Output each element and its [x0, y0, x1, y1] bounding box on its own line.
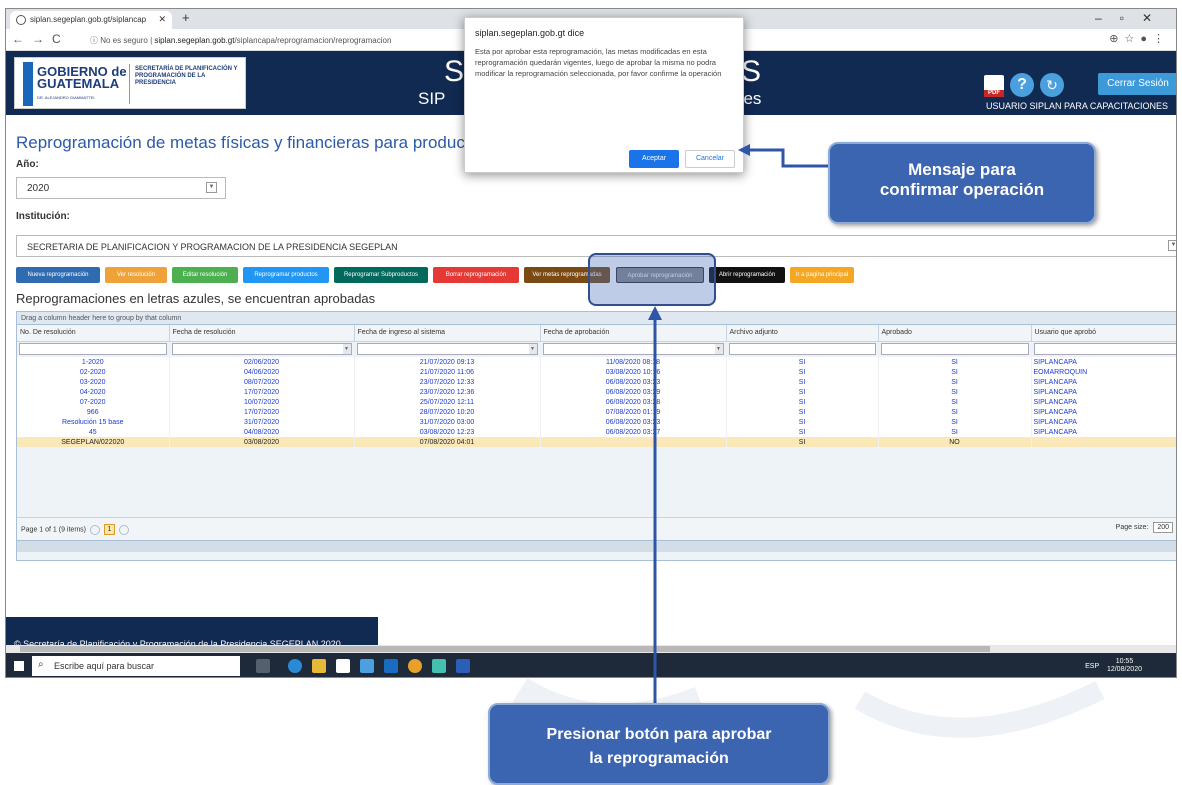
callout-confirm-message: Mensaje para confirmar operación	[828, 142, 1096, 224]
callout-arrows	[648, 144, 828, 705]
callout-press-approve: Presionar botón para aprobar la reprogra…	[488, 703, 830, 785]
